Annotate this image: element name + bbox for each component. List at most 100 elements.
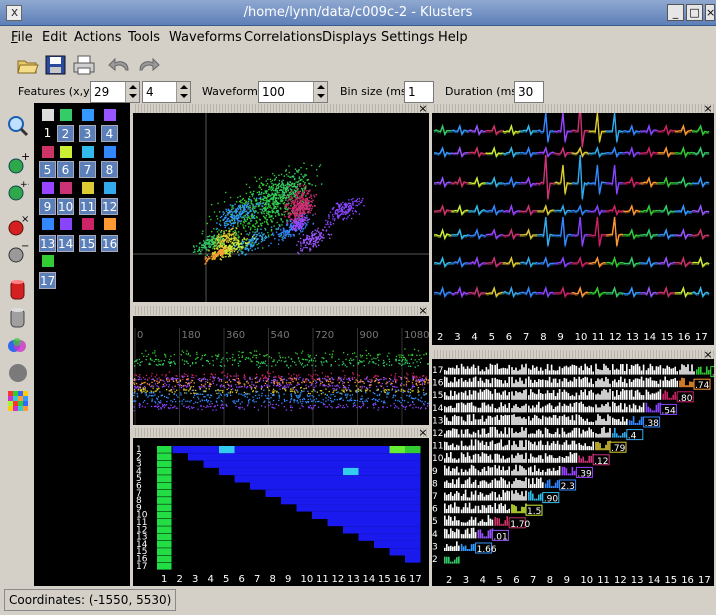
trash-gray-icon[interactable] <box>7 306 29 328</box>
cluster-label-4[interactable]: 4 <box>101 125 118 142</box>
cluster-swatch-12[interactable] <box>104 182 116 194</box>
waveform-view-handle[interactable] <box>432 104 714 113</box>
save-icon[interactable] <box>44 54 68 76</box>
trace-view-handle[interactable] <box>133 306 429 315</box>
corr-col-label: 6 <box>513 575 519 586</box>
menu-edit[interactable]: Edit <box>42 30 67 45</box>
minimize-button[interactable]: _ <box>667 4 684 21</box>
group-icon[interactable] <box>7 335 29 357</box>
cluster-swatch-8[interactable] <box>104 146 116 158</box>
cluster-swatch-1[interactable] <box>42 109 54 121</box>
cluster-swatch-14[interactable] <box>60 218 72 230</box>
correlogram-view-handle[interactable] <box>432 350 714 359</box>
palette-icon[interactable] <box>7 390 29 412</box>
matrix-cell <box>265 453 281 461</box>
feature-view-handle[interactable] <box>133 104 429 113</box>
waveforms-spinbox[interactable]: 100 <box>258 81 328 103</box>
matrix-cell <box>405 497 421 505</box>
binsize-field[interactable]: 1 <box>404 81 434 103</box>
cluster-label-6[interactable]: 6 <box>57 161 74 178</box>
feature-view[interactable] <box>133 113 429 302</box>
open-icon[interactable] <box>16 54 40 76</box>
cluster-label-16[interactable]: 16 <box>101 235 118 252</box>
zoom-icon[interactable] <box>7 115 29 137</box>
cluster-label-7[interactable]: 7 <box>79 161 96 178</box>
cluster-swatch-11[interactable] <box>82 182 94 194</box>
cluster-label-5[interactable]: 5 <box>39 161 56 178</box>
cluster-label-11[interactable]: 11 <box>79 198 96 215</box>
feature-x-arrows[interactable] <box>125 82 139 102</box>
corr-cell <box>511 452 527 463</box>
cluster-label-8[interactable]: 8 <box>101 161 118 178</box>
trace-view[interactable]: 0 180 360 540 720 900 1080 <box>133 316 429 425</box>
cluster-label-9[interactable]: 9 <box>39 198 56 215</box>
cluster-swatch-17[interactable] <box>42 255 54 267</box>
print-icon[interactable] <box>72 54 96 76</box>
menu-settings[interactable]: Settings <box>381 30 434 45</box>
waveforms-arrows[interactable] <box>313 82 327 102</box>
new-cluster-icon[interactable]: + <box>7 150 30 175</box>
menu-correlations[interactable]: Correlations <box>244 30 322 45</box>
feature-x-spinbox[interactable]: 29 <box>90 81 140 103</box>
menu-file[interactable]: File <box>11 30 33 45</box>
trash-red-icon[interactable] <box>7 278 29 300</box>
corr-cell <box>460 516 477 526</box>
cluster-swatch-4[interactable] <box>104 109 116 121</box>
cluster-label-14[interactable]: 14 <box>57 235 74 252</box>
cluster-label-12[interactable]: 12 <box>101 198 118 215</box>
menu-waveforms[interactable]: Waveforms <box>169 30 242 45</box>
feature-y-arrows[interactable] <box>176 82 190 102</box>
matrix-cell <box>389 482 405 490</box>
matrix-cell <box>405 511 421 519</box>
matrix-view-handle[interactable] <box>133 428 429 437</box>
corr-cell <box>578 389 594 400</box>
matrix-cell <box>374 533 390 541</box>
cluster-label-10[interactable]: 10 <box>57 198 74 215</box>
cluster-label-1[interactable]: 1 <box>39 125 56 142</box>
cluster-swatch-5[interactable] <box>42 146 54 158</box>
circle-icon[interactable] <box>7 362 29 384</box>
cluster-swatch-10[interactable] <box>60 182 72 194</box>
corr-cell <box>578 414 594 425</box>
cluster-swatch-7[interactable] <box>82 146 94 158</box>
cluster-swatch-13[interactable] <box>42 218 54 230</box>
matrix-view[interactable]: 1 2 3 4 5 6 7 8 9 10 11 12 13 14 15 16 17 1 2 3 4 5 6 7 8 9 10 11 12… <box>133 438 429 586</box>
cluster-swatch-9[interactable] <box>42 182 54 194</box>
cluster-swatch-3[interactable] <box>82 109 94 121</box>
menu-actions[interactable]: Actions <box>74 30 122 45</box>
matrix-cell <box>343 482 359 490</box>
close-button[interactable]: × <box>705 4 715 21</box>
menu-displays[interactable]: Displays <box>322 30 377 45</box>
cluster-label-2[interactable]: 2 <box>57 125 74 142</box>
delete-artifact-icon[interactable]: − <box>7 241 29 264</box>
duration-field[interactable]: 30 <box>514 81 544 103</box>
cluster-label-17[interactable]: 17 <box>39 272 56 289</box>
maximize-button[interactable]: □ <box>686 4 703 21</box>
waveform-view[interactable]: 2 3 4 5 6 7 8 9 10 11 12 13 14 15 16 17 <box>432 113 714 345</box>
corr-cell <box>645 389 662 400</box>
delete-noise-icon[interactable]: × <box>7 214 29 237</box>
corr-cell <box>444 491 460 501</box>
matrix-cell <box>389 489 405 498</box>
correlogram-view[interactable]: 17 .57 16 .74 15 .80 14 .54 13 .38 12 .4 11 .79 10 .12 9… <box>432 359 714 586</box>
matrix-view-close-icon[interactable]: × <box>418 427 428 438</box>
menu-help[interactable]: Help <box>438 30 468 45</box>
corr-cell <box>544 389 561 400</box>
trace-view-close-icon[interactable]: × <box>418 305 428 316</box>
cluster-label-3[interactable]: 3 <box>79 125 96 142</box>
cluster-swatch-15[interactable] <box>82 218 94 230</box>
redo-icon[interactable] <box>136 54 160 76</box>
cluster-swatch-16[interactable] <box>104 218 116 230</box>
feature-y-spinbox[interactable]: 4 <box>142 81 191 103</box>
cluster-palette[interactable]: 1 2 3 4 5 6 7 8 9 10 11 12 13 14 15 16 17 <box>34 103 130 586</box>
undo-icon[interactable] <box>108 54 132 76</box>
cluster-swatch-2[interactable] <box>60 109 72 121</box>
cluster-label-13[interactable]: 13 <box>39 235 56 252</box>
menu-tools[interactable]: Tools <box>128 30 160 45</box>
cluster-swatch-6[interactable] <box>60 146 72 158</box>
new-clusters-icon[interactable]: ++ <box>7 180 35 202</box>
cluster-label-15[interactable]: 15 <box>79 235 96 252</box>
corr-cell <box>477 452 494 463</box>
corr-auto-2 <box>444 556 460 564</box>
corr-col-label: 3 <box>463 575 469 586</box>
